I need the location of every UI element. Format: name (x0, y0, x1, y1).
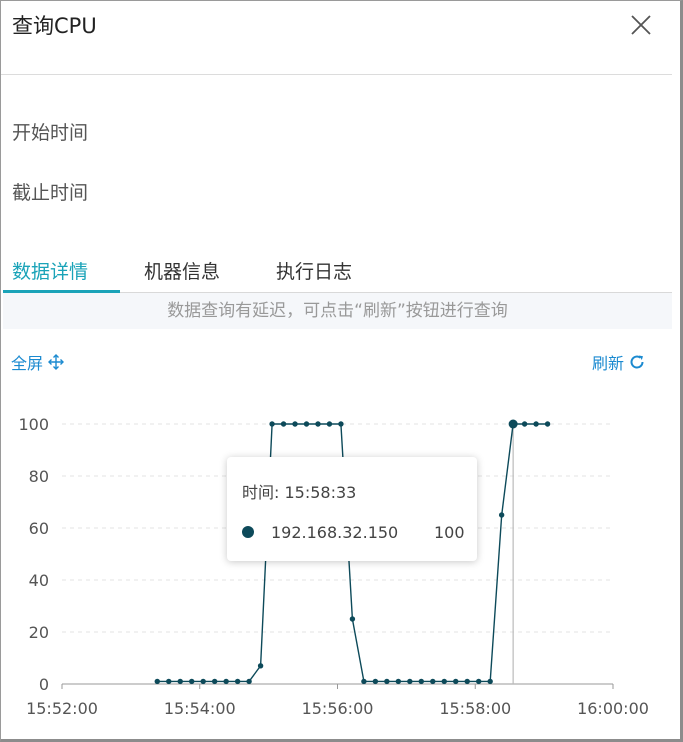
refresh-button[interactable]: 刷新 (592, 350, 646, 374)
close-icon[interactable] (629, 13, 653, 37)
chart-tooltip: 时间: 15:58:33 192.168.32.150 100 (227, 457, 477, 561)
data-point (223, 678, 229, 685)
data-point (303, 421, 310, 427)
tab-machine-info[interactable]: 机器信息 (144, 257, 220, 293)
end-time-label: 截止时间 (12, 182, 89, 204)
tab-bar: 数据详情 机器信息 执行日志 (3, 253, 672, 293)
tooltip-time: 时间: 15:58:33 (242, 483, 357, 502)
y-tick-label: 60 (29, 519, 49, 538)
data-point (521, 421, 528, 427)
refresh-label: 刷新 (592, 354, 625, 373)
tooltip-value: 100 (434, 523, 465, 542)
data-point (177, 678, 183, 685)
data-point (200, 678, 206, 685)
data-point (498, 512, 505, 518)
data-point (292, 421, 298, 427)
data-point (246, 678, 252, 685)
y-tick-label: 20 (29, 623, 49, 642)
data-point (475, 678, 482, 685)
data-point (326, 421, 333, 427)
y-tick-label: 0 (39, 675, 49, 694)
y-tick-label: 100 (18, 415, 49, 434)
data-point (464, 678, 470, 685)
data-point (280, 421, 287, 427)
highlighted-point (508, 419, 518, 429)
data-point (430, 678, 436, 685)
data-point (269, 421, 275, 427)
data-point (154, 678, 160, 685)
data-point (384, 678, 390, 685)
fullscreen-label: 全屏 (11, 354, 44, 373)
data-point (257, 663, 264, 669)
data-point (395, 678, 402, 685)
data-point (234, 678, 241, 685)
tooltip-series-dot (242, 526, 254, 538)
data-point (407, 678, 413, 685)
data-point (372, 678, 379, 685)
start-time-label: 开始时间 (12, 122, 89, 144)
data-point (349, 616, 356, 622)
data-point (361, 678, 367, 685)
x-tick-label: 15:52:00 (26, 699, 98, 718)
refresh-icon (630, 355, 644, 369)
tab-data-details[interactable]: 数据详情 (12, 257, 88, 293)
data-point (533, 421, 539, 427)
data-point (189, 678, 195, 685)
x-tick-label: 15:54:00 (164, 699, 236, 718)
data-point (315, 421, 321, 427)
y-tick-label: 40 (29, 571, 49, 590)
tooltip-series-name: 192.168.32.150 (271, 523, 399, 542)
data-point (166, 678, 172, 685)
tab-execution-log[interactable]: 执行日志 (276, 257, 352, 293)
move-arrows-icon (48, 354, 65, 370)
x-tick-label: 15:58:00 (439, 699, 511, 718)
delay-notice: 数据查询有延迟，可点击“刷新”按钮进行查询 (3, 293, 672, 329)
dialog-header: 查询CPU (1, 1, 672, 75)
data-point (211, 678, 218, 685)
data-point (544, 421, 551, 427)
x-tick-label: 16:00:00 (577, 699, 649, 718)
y-tick-label: 80 (29, 467, 49, 486)
x-tick-label: 15:56:00 (302, 699, 374, 718)
dialog-title: 查询CPU (12, 14, 97, 38)
data-point (441, 678, 447, 685)
fullscreen-button[interactable]: 全屏 (11, 350, 65, 374)
data-point (453, 678, 459, 685)
data-point (418, 678, 424, 685)
data-point (487, 678, 493, 685)
data-point (338, 421, 344, 427)
query-cpu-dialog: 查询CPU 开始时间 截止时间 数据详情 机器信息 执行日志 数据查询有延迟，可… (0, 0, 683, 742)
